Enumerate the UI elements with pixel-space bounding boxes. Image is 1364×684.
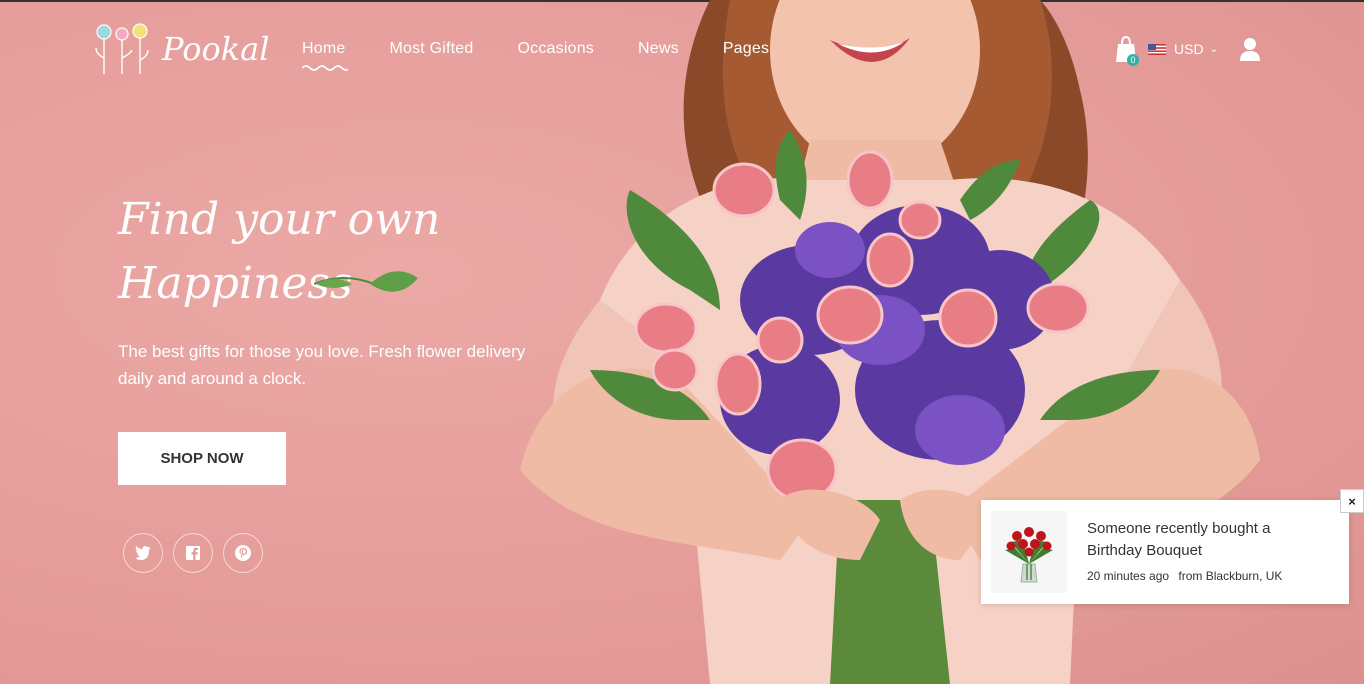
cart-button[interactable]: 0 xyxy=(1114,34,1139,66)
nav-item-label: Occasions xyxy=(517,40,594,57)
nav-item-home[interactable]: Home xyxy=(302,40,348,71)
logo-flowers-icon xyxy=(95,23,149,74)
us-flag-icon xyxy=(1148,43,1166,55)
header-actions: 0 USD ⌄ xyxy=(1114,34,1260,66)
close-notification-button[interactable]: × xyxy=(1340,489,1364,513)
currency-selector[interactable]: USD xyxy=(1174,41,1204,57)
brand-name: Pookal xyxy=(162,30,270,68)
main-nav: Home Most Gifted Occasions News Pages xyxy=(302,40,769,71)
pinterest-link[interactable] xyxy=(223,533,263,573)
shop-now-button[interactable]: SHOP NOW xyxy=(118,432,286,485)
product-thumbnail xyxy=(991,511,1067,593)
nav-item-news[interactable]: News xyxy=(638,40,679,58)
nav-item-pages[interactable]: Pages xyxy=(723,40,769,58)
user-account-icon[interactable] xyxy=(1239,37,1260,61)
recent-purchase-notification[interactable]: Someone recently bought a Birthday Bouqu… xyxy=(981,500,1349,604)
nav-item-label: Home xyxy=(302,40,346,57)
twitter-link[interactable] xyxy=(123,533,163,573)
close-icon: × xyxy=(1348,493,1356,509)
chevron-down-icon[interactable]: ⌄ xyxy=(1210,44,1218,55)
hero-subtitle: The best gifts for those you love. Fresh… xyxy=(118,342,526,388)
headline-line-1: Find your own xyxy=(118,194,441,245)
facebook-link[interactable] xyxy=(173,533,213,573)
twitter-icon xyxy=(135,546,151,560)
nav-item-label: News xyxy=(638,40,679,57)
notification-meta: 20 minutes ago from Blackburn, UK xyxy=(1087,569,1288,583)
notification-time: 20 minutes ago xyxy=(1087,569,1170,583)
notification-title: Someone recently bought a Birthday Bouqu… xyxy=(1087,520,1271,559)
rose-bouquet-icon xyxy=(1005,527,1053,583)
logo[interactable]: Pookal xyxy=(92,22,269,76)
cart-count-badge: 0 xyxy=(1127,54,1139,66)
leaf-decoration-icon xyxy=(314,271,418,292)
nav-item-label: Pages xyxy=(722,40,770,57)
active-underline-icon xyxy=(302,65,348,71)
nav-item-label: Most Gifted xyxy=(389,40,474,57)
facebook-icon xyxy=(186,546,200,560)
social-links xyxy=(123,533,263,573)
pinterest-icon xyxy=(235,545,251,561)
nav-item-most-gifted[interactable]: Most Gifted xyxy=(389,40,473,58)
nav-item-occasions[interactable]: Occasions xyxy=(518,40,595,58)
notification-location: from Blackburn, UK xyxy=(1178,569,1283,583)
